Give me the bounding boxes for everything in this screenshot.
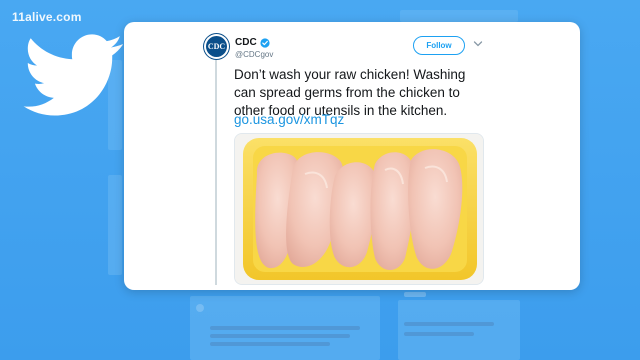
blurred-text (210, 326, 360, 330)
blurred-sidebar (398, 300, 520, 360)
verified-badge-icon (260, 37, 270, 48)
chevron-down-icon[interactable] (473, 40, 483, 48)
blurred-icon (196, 304, 204, 312)
blurred-header (400, 10, 518, 22)
blurred-text (404, 332, 474, 336)
author-name-row: CDC (235, 37, 270, 48)
blurred-text (210, 334, 350, 338)
blurred-text (210, 342, 330, 346)
raw-chicken-photo-icon (235, 134, 483, 284)
station-logo: 11alive.com (12, 10, 82, 24)
blurred-panel (108, 175, 122, 275)
avatar[interactable]: CDC (204, 34, 229, 59)
blurred-text (404, 292, 426, 297)
blurred-text (404, 322, 494, 326)
tweet-media-image[interactable] (234, 133, 484, 285)
twitter-bird-icon (23, 34, 123, 116)
thread-line (215, 58, 217, 285)
follow-button[interactable]: Follow (413, 36, 465, 55)
author-handle[interactable]: @CDCgov (235, 50, 273, 59)
tweet-link[interactable]: go.usa.gov/xmTqz (234, 112, 344, 127)
avatar-logo-text: CDC (207, 42, 226, 51)
author-display-name[interactable]: CDC (235, 37, 257, 48)
